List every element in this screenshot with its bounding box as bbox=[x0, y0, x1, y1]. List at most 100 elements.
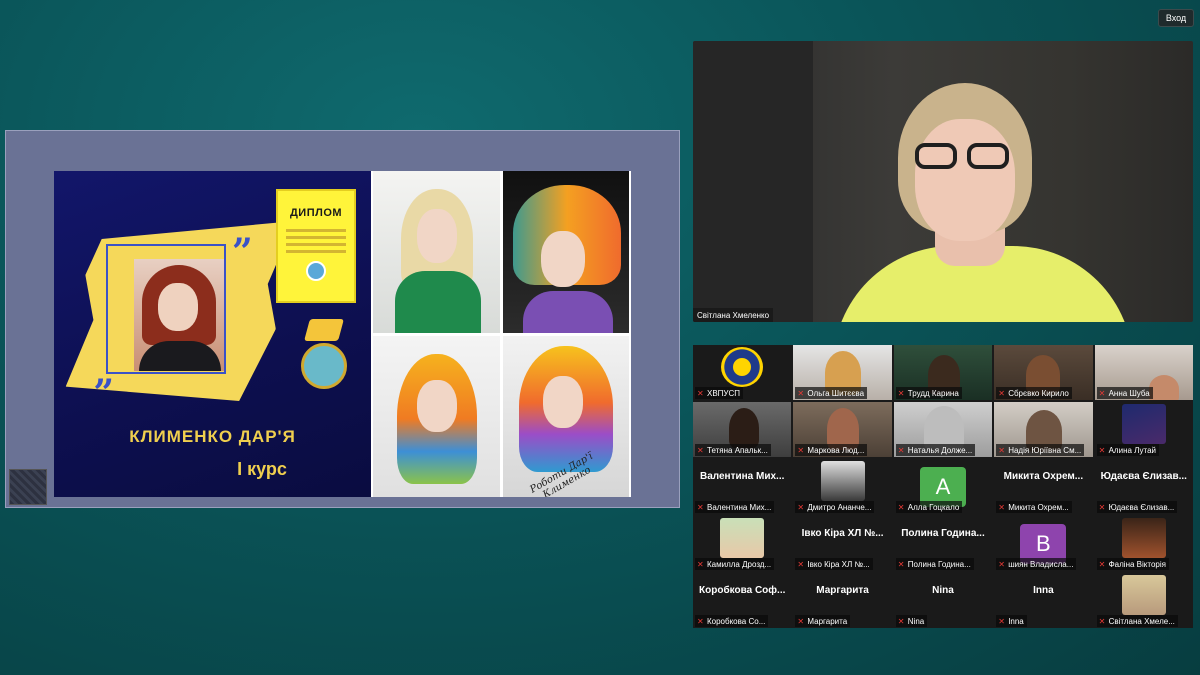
mic-muted-icon: ✕ bbox=[697, 388, 704, 398]
participant-tile[interactable]: ✕ Фаліна Вікторія bbox=[1094, 516, 1193, 571]
participant-name: ✕ Маргарита bbox=[795, 615, 851, 627]
mic-muted-icon: ✕ bbox=[797, 559, 805, 569]
mic-muted-icon: ✕ bbox=[797, 502, 805, 512]
participant-name: ✕ ХВПУСП bbox=[695, 387, 744, 399]
mic-muted-icon: ✕ bbox=[1098, 559, 1106, 569]
hairstyle-photos: Роботи Дар'ї Клименко bbox=[371, 171, 631, 497]
participant-name: ✕ Івко Кіра ХЛ №... bbox=[795, 558, 873, 570]
participant-tile[interactable]: ✕ Маркова Люд... bbox=[793, 402, 892, 457]
student-name: КЛИМЕНКО ДАР'Я bbox=[129, 427, 296, 446]
quote-mark-icon: „ bbox=[94, 351, 115, 393]
quote-mark-icon: ” bbox=[232, 231, 253, 273]
mic-muted-icon: ✕ bbox=[897, 388, 905, 398]
participant-tile[interactable]: ✕ Камилла Дрозд... bbox=[693, 516, 792, 571]
mic-muted-icon: ✕ bbox=[897, 445, 905, 455]
participant-display-name: Юдаєва Єлизав... bbox=[1100, 471, 1187, 482]
participant-name: ✕ Inna bbox=[996, 615, 1027, 627]
mic-muted-icon: ✕ bbox=[998, 445, 1005, 455]
participant-name: ✕ Тетяна Апальк... bbox=[695, 444, 771, 456]
slide-left-panel: ” „ ДИПЛОМ КЛИМЕНКО ДАР'Я І курс bbox=[54, 171, 371, 497]
mic-muted-icon: ✕ bbox=[897, 616, 905, 626]
mic-muted-icon: ✕ bbox=[697, 559, 704, 569]
mic-muted-icon: ✕ bbox=[1098, 616, 1106, 626]
participant-name: ✕ шиян Владисла... bbox=[996, 558, 1077, 570]
mic-muted-icon: ✕ bbox=[797, 445, 805, 455]
participant-tile[interactable]: Микита Охрем... ✕ Микита Охрем... bbox=[994, 459, 1093, 514]
participant-display-name: Микита Охрем... bbox=[1003, 471, 1084, 482]
participant-tile[interactable]: ✕ ХВПУСП bbox=[693, 345, 792, 400]
participant-name: ✕ Nina bbox=[895, 615, 928, 627]
mic-muted-icon: ✕ bbox=[697, 502, 704, 512]
participant-tile[interactable]: Полина Година... ✕ Полина Година... bbox=[893, 516, 993, 571]
participant-photo bbox=[1121, 404, 1166, 444]
participant-tile[interactable]: ✕ Надія Юріївна См... bbox=[994, 402, 1093, 457]
participant-tile[interactable]: Валентина Мих... ✕ Валентина Мих... bbox=[693, 459, 792, 514]
participant-tile[interactable]: ✕ Алина Лутай bbox=[1094, 402, 1193, 457]
participant-tile[interactable]: ✕ Трудд Карина bbox=[893, 345, 993, 400]
participant-name: ✕ Алла Гоцкало bbox=[895, 501, 963, 513]
participant-name: ✕ Ольга Шитєєва bbox=[795, 387, 868, 399]
participant-photo bbox=[1121, 575, 1166, 615]
participant-tile[interactable]: ✕ Дмитро Ананче... bbox=[793, 459, 892, 514]
mic-muted-icon: ✕ bbox=[998, 616, 1005, 626]
participant-photo bbox=[720, 518, 765, 558]
mic-muted-icon: ✕ bbox=[1098, 445, 1106, 455]
participant-display-name: Маргарита bbox=[816, 585, 869, 596]
participant-tile[interactable]: ✕ Анна Шуба bbox=[1094, 345, 1193, 400]
glasses-icon bbox=[915, 143, 1015, 171]
participant-tile[interactable]: Маргарита ✕ Маргарита bbox=[793, 573, 892, 628]
participant-name: ✕ Світлана Хмеле... bbox=[1096, 615, 1178, 627]
mic-muted-icon: ✕ bbox=[998, 559, 1005, 569]
mic-muted-icon: ✕ bbox=[998, 388, 1005, 398]
mic-muted-icon: ✕ bbox=[797, 388, 805, 398]
participant-display-name: Валентина Мих... bbox=[699, 471, 785, 482]
participant-name: ✕ Дмитро Ананче... bbox=[795, 501, 875, 513]
mic-muted-icon: ✕ bbox=[697, 616, 704, 626]
mic-muted-icon: ✕ bbox=[1098, 502, 1106, 512]
participant-display-name: Полина Година... bbox=[901, 528, 985, 539]
mic-muted-icon: ✕ bbox=[797, 616, 805, 626]
course-label: І курс bbox=[237, 459, 287, 479]
participant-tile[interactable]: ✕ Наталья Долже... bbox=[893, 402, 993, 457]
participant-tile[interactable]: Юдаєва Єлизав... ✕ Юдаєва Єлизав... bbox=[1094, 459, 1193, 514]
participant-photo bbox=[820, 461, 865, 501]
medal-icon bbox=[298, 319, 350, 391]
participant-tile[interactable]: В ✕ шиян Владисла... bbox=[994, 516, 1093, 571]
participant-name: ✕ Камилла Дрозд... bbox=[695, 558, 775, 570]
participant-tile[interactable]: Коробкова Соф... ✕ Коробкова Со... bbox=[693, 573, 792, 628]
participant-tile[interactable]: A ✕ Алла Гоцкало bbox=[893, 459, 993, 514]
participant-tile[interactable]: ✕ Сбрєвко Кирило bbox=[994, 345, 1093, 400]
participant-name: ✕ Маркова Люд... bbox=[795, 444, 868, 456]
hairstyle-photo bbox=[502, 171, 629, 333]
participant-tile[interactable]: ✕ Тетяна Апальк... bbox=[693, 402, 792, 457]
shared-screen: ” „ ДИПЛОМ КЛИМЕНКО ДАР'Я І курс Роботи … bbox=[5, 130, 680, 508]
participant-tile[interactable]: Івко Кіра ХЛ №... ✕ Івко Кіра ХЛ №... bbox=[793, 516, 892, 571]
participant-display-name: Inna bbox=[1033, 585, 1054, 596]
student-portrait bbox=[134, 259, 224, 371]
participant-gallery: ✕ ХВПУСП ✕ Ольга Шитєєва ✕ Трудд Карина ✕ Сб… bbox=[693, 345, 1193, 628]
participant-tile[interactable]: ✕ Світлана Хмеле... bbox=[1094, 573, 1193, 628]
enter-button[interactable]: Вход bbox=[1158, 9, 1194, 27]
share-thumbnail[interactable] bbox=[9, 469, 47, 505]
participant-name: ✕ Сбрєвко Кирило bbox=[996, 387, 1072, 399]
participant-photo bbox=[1121, 518, 1166, 558]
speaker-video[interactable]: Світлана Хмеленко bbox=[693, 41, 1193, 322]
participant-name: ✕ Наталья Долже... bbox=[895, 444, 976, 456]
participant-tile[interactable]: Inna ✕ Inna bbox=[994, 573, 1093, 628]
participant-name: ✕ Полина Година... bbox=[895, 558, 974, 570]
seal-icon bbox=[306, 261, 326, 281]
hairstyle-photo: Роботи Дар'ї Клименко bbox=[502, 335, 629, 497]
diploma-title: ДИПЛОМ bbox=[289, 207, 343, 219]
participant-name: ✕ Фаліна Вікторія bbox=[1096, 558, 1169, 570]
participant-name: ✕ Алина Лутай bbox=[1096, 444, 1159, 456]
participant-display-name: Івко Кіра ХЛ №... bbox=[801, 528, 884, 539]
participant-name: ✕ Юдаєва Єлизав... bbox=[1096, 501, 1178, 513]
participant-name: ✕ Коробкова Со... bbox=[695, 615, 769, 627]
participant-tile[interactable]: ✕ Ольга Шитєєва bbox=[793, 345, 892, 400]
diploma-image: ДИПЛОМ bbox=[276, 189, 356, 303]
hairstyle-photo bbox=[373, 335, 500, 497]
presentation-slide: ” „ ДИПЛОМ КЛИМЕНКО ДАР'Я І курс Роботи … bbox=[54, 171, 631, 497]
participant-name: ✕ Валентина Мих... bbox=[695, 501, 775, 513]
participant-tile[interactable]: Nina ✕ Nina bbox=[893, 573, 993, 628]
participant-name: ✕ Микита Охрем... bbox=[996, 501, 1072, 513]
